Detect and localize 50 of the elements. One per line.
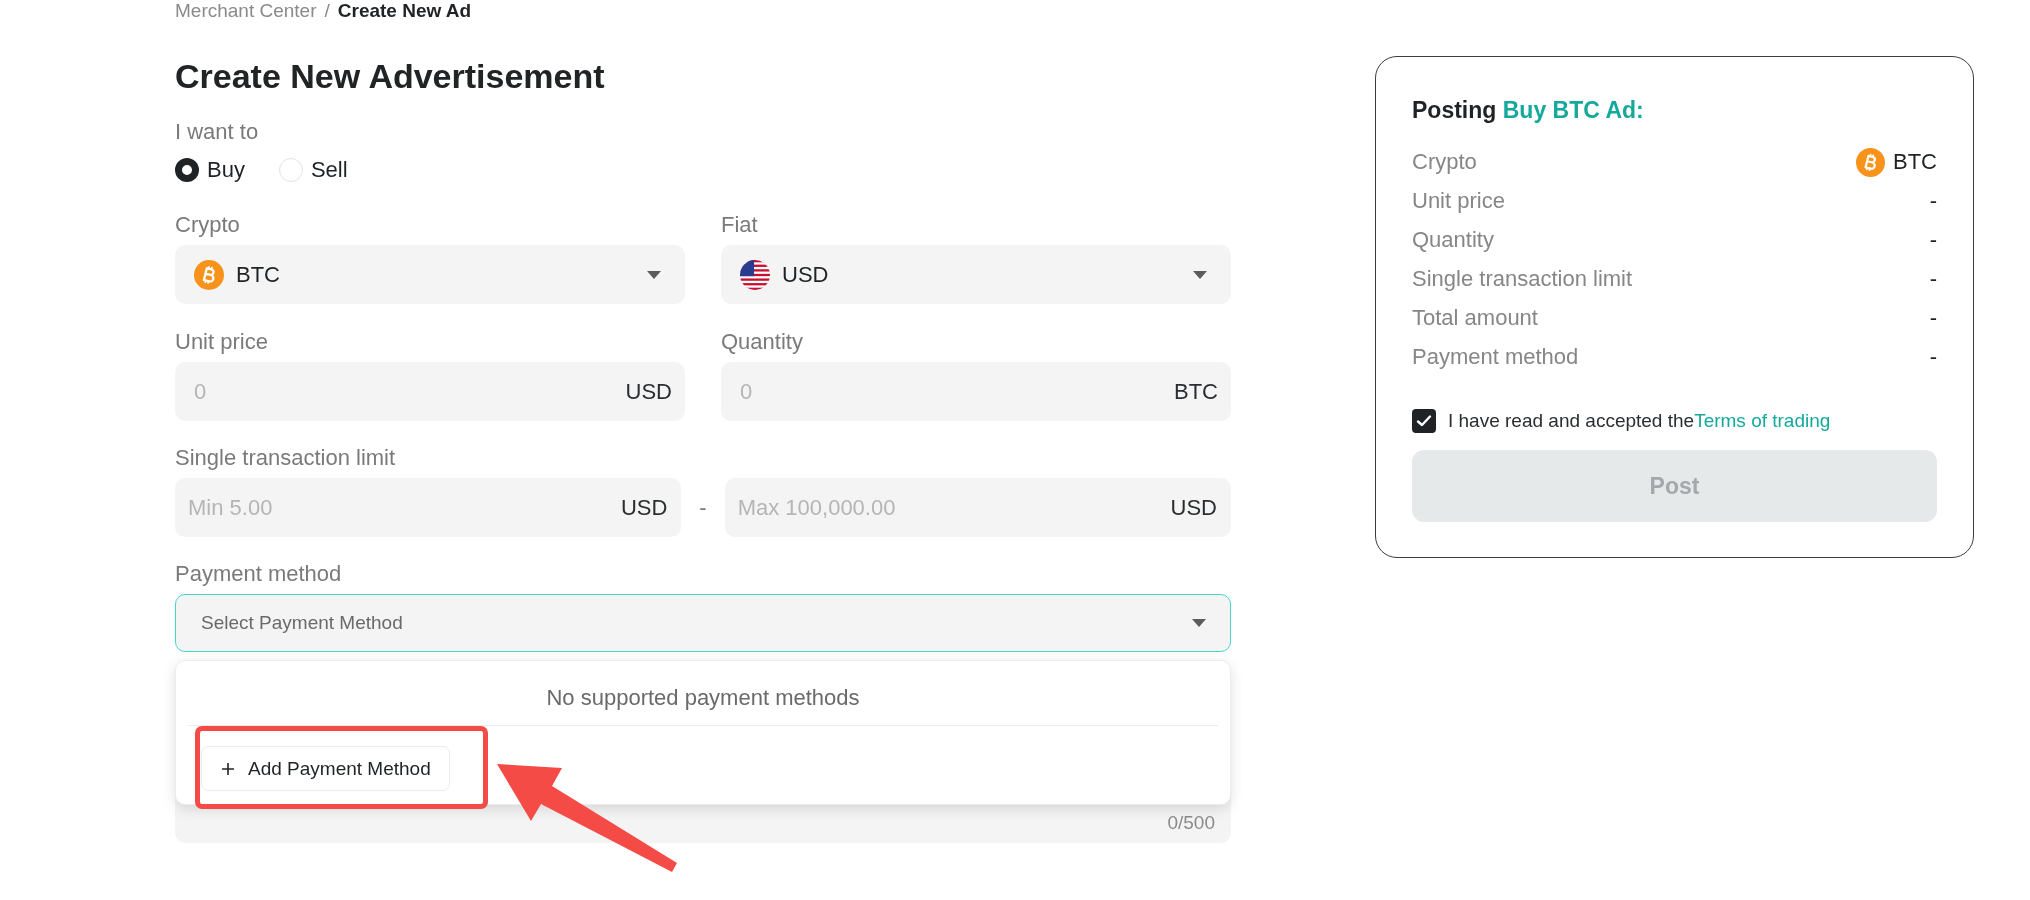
summary-label: Total amount <box>1412 304 1538 332</box>
summary-label: Unit price <box>1412 187 1505 215</box>
page-title: Create New Advertisement <box>175 56 605 96</box>
checkbox[interactable] <box>1412 409 1436 433</box>
caret-icon <box>1193 270 1207 279</box>
field-label: Fiat <box>721 212 758 238</box>
amount-field[interactable]: 0 USD <box>175 362 685 421</box>
summary-label: Quantity <box>1412 226 1494 254</box>
side-option[interactable]: Sell <box>278 156 348 184</box>
caret-icon <box>647 270 661 279</box>
field-label: I want to <box>175 119 259 145</box>
summary-value: - <box>1929 187 1937 215</box>
field-label: Unit price <box>175 329 268 355</box>
empty-message: No supported payment methods <box>546 684 860 712</box>
summary-value: - <box>1929 304 1937 332</box>
character-counter: 0/500 <box>1167 812 1215 834</box>
min-limit-field[interactable]: Min 5.00 USD <box>175 478 682 537</box>
unit-label: USD <box>1170 493 1217 522</box>
agreement-text: I have read and accepted theTerms of trading <box>1448 409 1831 433</box>
summary-value: - <box>1929 226 1937 254</box>
coin-icon <box>1856 147 1885 177</box>
max-limit-field[interactable]: Max 100,000.00 USD <box>724 478 1231 537</box>
unit-label: USD <box>620 493 668 522</box>
summary-label: Single transaction limit <box>1412 265 1633 293</box>
breadcrumb-separator: / <box>324 0 330 22</box>
unit-label: BTC <box>1174 377 1218 406</box>
summary-label: Crypto <box>1412 148 1477 176</box>
summary-value: - <box>1929 343 1937 371</box>
add-payment-method-button[interactable]: Add Payment Method <box>201 746 450 791</box>
range-separator: - <box>699 493 707 522</box>
summary-value: BTC <box>1893 148 1937 176</box>
summary-value: - <box>1929 265 1937 293</box>
coin-icon <box>194 259 224 290</box>
summary-title: Posting Buy BTC Ad: <box>1412 96 1644 125</box>
breadcrumb-link[interactable]: Merchant Center <box>175 0 317 22</box>
field-label: Quantity <box>721 329 803 355</box>
unit-label: USD <box>625 377 672 406</box>
crypto-select[interactable]: BTC <box>175 245 685 304</box>
amount-field[interactable]: 0 BTC <box>721 362 1231 421</box>
breadcrumb-link[interactable]: Create New Ad <box>337 0 472 22</box>
field-label: Crypto <box>175 212 240 238</box>
side-option[interactable]: Buy <box>175 156 245 184</box>
payment-method-select[interactable]: Select Payment Method <box>175 594 1231 652</box>
field-label: Single transaction limit <box>175 445 396 471</box>
field-label: Payment method <box>175 561 342 587</box>
caret-icon <box>1192 619 1206 627</box>
fiat-select[interactable]: USD <box>721 245 1231 304</box>
flag-icon <box>740 259 770 290</box>
summary-label: Payment method <box>1412 343 1579 371</box>
plus-icon <box>222 762 234 775</box>
